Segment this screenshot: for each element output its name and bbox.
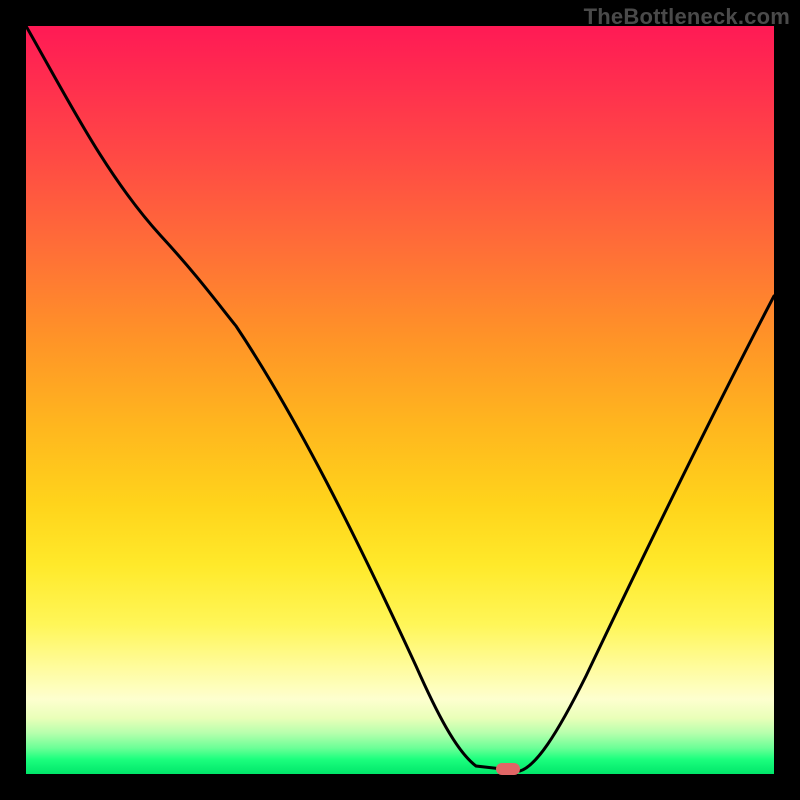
optimum-marker <box>496 763 520 775</box>
plot-area <box>26 26 774 774</box>
chart-frame: TheBottleneck.com <box>0 0 800 800</box>
bottleneck-curve-path <box>26 26 774 771</box>
curve-svg <box>26 26 774 774</box>
watermark-text: TheBottleneck.com <box>584 4 790 30</box>
